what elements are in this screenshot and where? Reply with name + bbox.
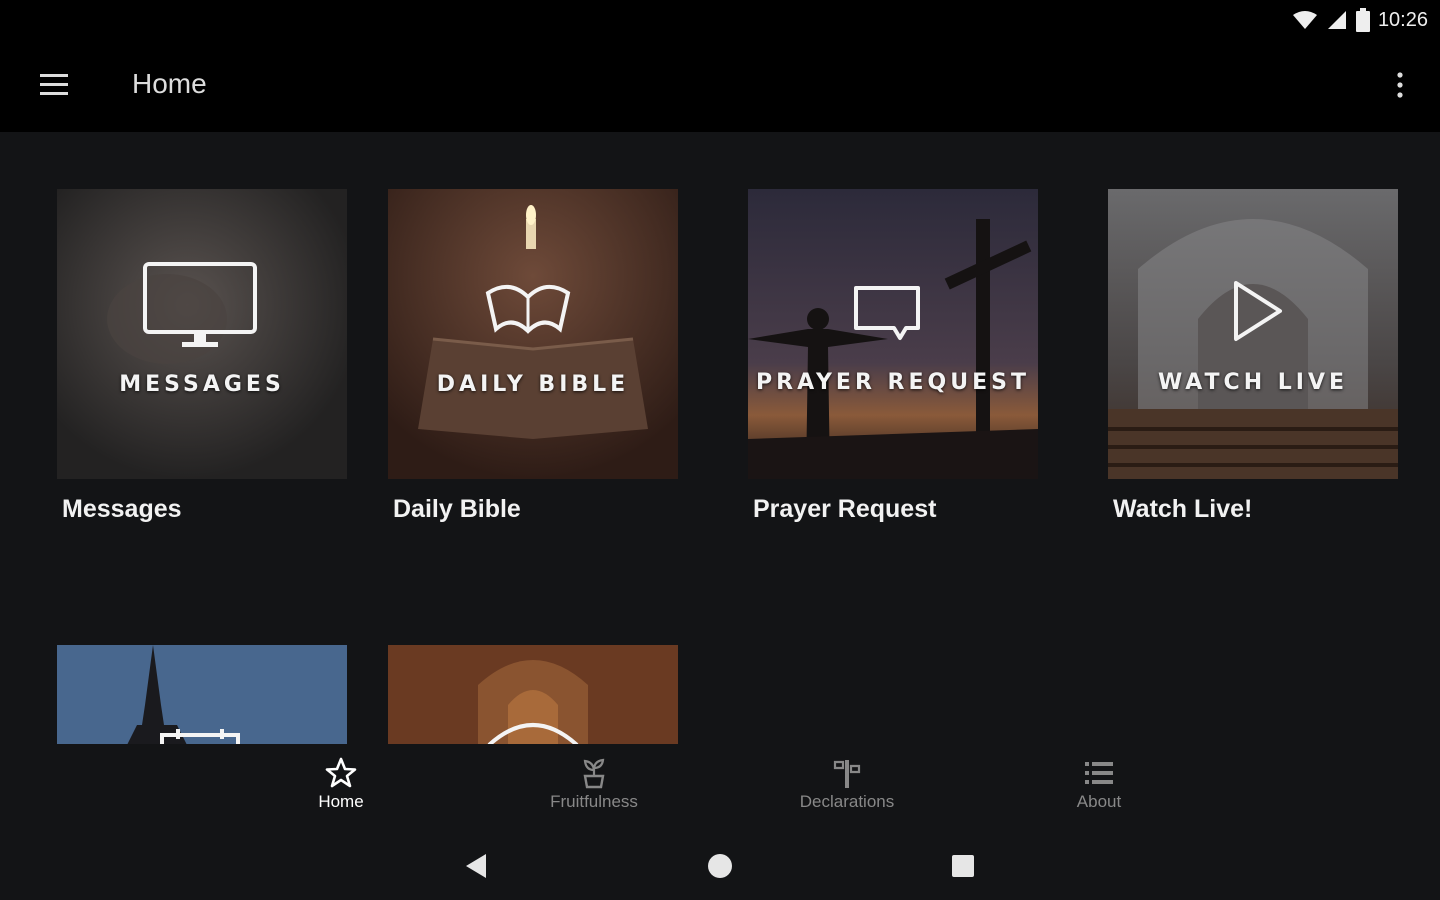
star-icon [325, 757, 357, 788]
card-title: Messages [62, 495, 182, 523]
calendar-icon [160, 729, 240, 744]
card-prayer-request[interactable]: PRAYER REQUEST Prayer Request [748, 189, 1038, 529]
card-overlay-text: WATCH LIVE [1157, 370, 1349, 395]
card-image: PRAYER REQUEST [748, 189, 1038, 479]
nav-label: Home [318, 792, 364, 811]
list-icon [1085, 762, 1113, 784]
nav-label: Fruitfulness [550, 792, 638, 811]
more-vertical-icon [1397, 72, 1403, 98]
open-book-icon [485, 285, 571, 334]
card-title: Prayer Request [753, 495, 937, 523]
home-button[interactable] [702, 848, 738, 884]
card-image: MESSAGES [57, 189, 347, 479]
system-navigation-bar [0, 830, 1440, 900]
app-bar: Home [0, 40, 1440, 132]
nav-item-about[interactable]: About [1019, 756, 1179, 826]
signpost-icon [833, 760, 861, 788]
back-button[interactable] [458, 848, 494, 884]
battery-icon [1355, 8, 1370, 32]
card-events[interactable] [57, 645, 347, 744]
wifi-icon [1292, 11, 1317, 29]
nav-item-fruitfulness[interactable]: Fruitfulness [514, 756, 674, 826]
card-image [388, 645, 678, 744]
nav-label: Declarations [799, 792, 895, 811]
card-overlay-text: DAILY BIBLE [436, 372, 630, 397]
nav-item-home[interactable]: Home [261, 756, 421, 826]
card-title: Daily Bible [393, 495, 521, 523]
page-title: Home [132, 68, 207, 99]
chat-bubble-icon [854, 286, 920, 340]
card-title: Watch Live! [1113, 495, 1253, 523]
card-image [57, 645, 347, 744]
status-time: 10:26 [1377, 8, 1428, 31]
plant-icon [583, 758, 605, 789]
nav-label: About [1076, 792, 1122, 811]
back-triangle-icon [466, 854, 486, 878]
card-image: DAILY BIBLE [388, 189, 678, 479]
circle-icon [487, 723, 579, 744]
card-image: WATCH LIVE [1108, 189, 1398, 479]
cellular-signal-icon [1327, 11, 1346, 29]
hamburger-menu-icon [40, 74, 68, 95]
card-messages[interactable]: MESSAGES Messages [57, 189, 347, 529]
content-grid: MESSAGES Messages DAILY BIBLE Daily Bibl… [0, 132, 1440, 744]
home-circle-icon [708, 854, 732, 878]
status-bar: 10:26 [0, 0, 1440, 40]
card-watch-live[interactable]: WATCH LIVE Watch Live! [1108, 189, 1398, 529]
recents-button[interactable] [945, 848, 981, 884]
nav-item-declarations[interactable]: Declarations [767, 756, 927, 826]
status-icons: 10:26 [1292, 6, 1428, 34]
card-overlay-text: PRAYER REQUEST [756, 370, 1030, 395]
play-icon [1234, 281, 1282, 341]
monitor-icon [143, 262, 257, 347]
overflow-menu-button[interactable] [1390, 70, 1410, 100]
recents-square-icon [952, 855, 974, 877]
bottom-navigation: Home Fruitfulness Declarations About [0, 744, 1440, 830]
card-daily-bible[interactable]: DAILY BIBLE Daily Bible [388, 189, 678, 529]
card-partial[interactable] [388, 645, 678, 744]
menu-button[interactable] [36, 70, 72, 100]
card-overlay-text: MESSAGES [119, 372, 285, 397]
